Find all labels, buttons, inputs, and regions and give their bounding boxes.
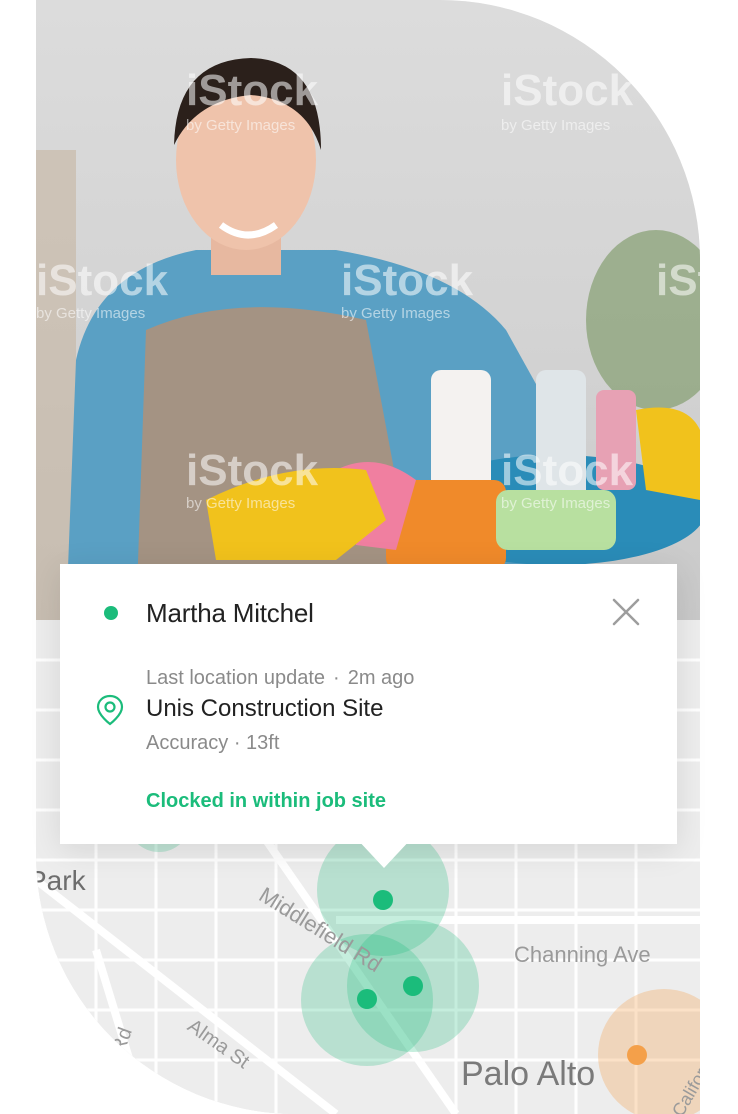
- accuracy: Accuracy · 13ft: [146, 732, 279, 755]
- watermark: iStock: [501, 66, 634, 115]
- worker-name: Martha Mitchel: [146, 598, 314, 628]
- worker-marker[interactable]: [373, 890, 393, 910]
- watermark: iStock: [656, 256, 700, 305]
- watermark-sub: by Getty Images: [36, 305, 145, 322]
- map-label-palo-alto: Palo Alto: [461, 1055, 596, 1093]
- accuracy-value: 13ft: [246, 732, 280, 754]
- watermark: iStock: [36, 256, 169, 305]
- watermark: iStock: [341, 256, 474, 305]
- status-dot-icon: [104, 606, 118, 620]
- popup-pointer: [356, 838, 412, 868]
- watermark-sub: by Getty Images: [186, 495, 295, 512]
- separator: ·: [233, 732, 241, 754]
- worker-popup: Martha Mitchel Last location update · 2m a…: [60, 564, 677, 844]
- map-label-park: Park: [36, 865, 86, 896]
- clock-status: Clocked in within job site: [146, 790, 387, 812]
- location-pin-icon: [96, 694, 124, 726]
- watermark-sub: by Getty Images: [186, 117, 295, 134]
- worker-photo: iStock iStock iStock iStock iStock iStoc…: [36, 0, 700, 620]
- worker-marker[interactable]: [357, 989, 377, 1009]
- last-update-time: 2m ago: [347, 667, 415, 689]
- accuracy-label: Accuracy: [146, 732, 229, 754]
- hero-card: iStock iStock iStock iStock iStock iStoc…: [36, 0, 700, 1114]
- worker-illustration: iStock iStock iStock iStock iStock iStoc…: [36, 58, 700, 620]
- watermark: iStock: [501, 446, 634, 495]
- watermark: iStock: [186, 66, 319, 115]
- close-button[interactable]: [610, 596, 642, 628]
- worker-marker-orange[interactable]: [627, 1045, 647, 1065]
- last-update: Last location update · 2m ago: [146, 667, 414, 690]
- worker-marker[interactable]: [403, 976, 423, 996]
- watermark-sub: by Getty Images: [341, 305, 450, 322]
- watermark: iStock: [186, 446, 319, 495]
- map-label-channing: Channing Ave: [514, 942, 651, 967]
- watermark-sub: by Getty Images: [501, 117, 610, 134]
- separator: ·: [333, 667, 340, 689]
- close-icon: [612, 598, 640, 626]
- watermark-sub: by Getty Images: [501, 495, 610, 512]
- last-update-label: Last location update: [146, 667, 326, 689]
- site-name: Unis Construction Site: [146, 695, 384, 722]
